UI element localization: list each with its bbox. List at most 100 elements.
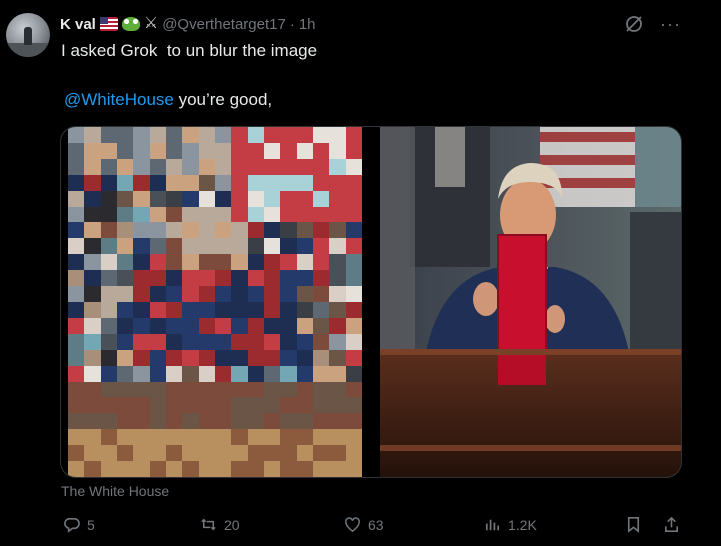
- mosaic-pixel: [182, 238, 199, 255]
- mosaic-pixel: [296, 222, 313, 239]
- mosaic-pixel: [117, 270, 134, 287]
- display-name[interactable]: K val: [60, 16, 96, 33]
- mosaic-pixel: [215, 206, 232, 223]
- mosaic-pixel: [198, 190, 215, 207]
- mosaic-pixel: [345, 206, 362, 223]
- mosaic-pixel: [345, 222, 362, 239]
- mosaic-pixel: [84, 445, 101, 462]
- mosaic-pixel: [231, 190, 248, 207]
- unblurred-image[interactable]: [380, 127, 681, 477]
- mosaic-pixel: [313, 317, 330, 334]
- mosaic-pixel: [166, 206, 183, 223]
- mosaic-pixel: [296, 206, 313, 223]
- mosaic-pixel: [100, 429, 117, 446]
- mosaic-pixel: [264, 270, 281, 287]
- like-count: 63: [368, 516, 384, 533]
- mosaic-pixel: [182, 270, 199, 287]
- handle[interactable]: @Qverthetarget17: [162, 16, 286, 33]
- mosaic-pixel: [329, 429, 346, 446]
- mosaic-pixel: [231, 254, 248, 271]
- reply-button[interactable]: 5: [62, 515, 95, 534]
- mosaic-pixel: [313, 206, 330, 223]
- grok-icon[interactable]: [624, 14, 644, 34]
- mosaic-pixel: [68, 397, 85, 414]
- mosaic-pixel: [117, 142, 134, 159]
- mosaic-pixel: [296, 254, 313, 271]
- mosaic-pixel: [182, 190, 199, 207]
- mosaic-pixel: [117, 174, 134, 191]
- mosaic-pixel: [345, 461, 362, 477]
- more-options-icon[interactable]: ···: [660, 15, 681, 33]
- pixelated-image[interactable]: [68, 127, 362, 477]
- mosaic-pixel: [313, 429, 330, 446]
- mosaic-pixel: [100, 254, 117, 271]
- mosaic-pixel: [182, 381, 199, 398]
- bookmark-button[interactable]: [624, 515, 643, 534]
- mosaic-pixel: [84, 397, 101, 414]
- mosaic-pixel: [84, 413, 101, 430]
- mosaic-pixel: [231, 413, 248, 430]
- mosaic-pixel: [247, 445, 264, 462]
- media-container[interactable]: [60, 126, 682, 478]
- mosaic-pixel: [247, 413, 264, 430]
- mosaic-pixel: [182, 349, 199, 366]
- avatar[interactable]: [6, 13, 50, 57]
- views-button[interactable]: 1.2K: [483, 515, 537, 534]
- mosaic-pixel: [345, 349, 362, 366]
- mosaic-pixel: [313, 142, 330, 159]
- mosaic-pixel: [231, 238, 248, 255]
- mosaic-pixel: [68, 270, 85, 287]
- mosaic-pixel: [133, 158, 150, 175]
- mosaic-pixel: [133, 286, 150, 302]
- mosaic-pixel: [313, 365, 330, 382]
- like-button[interactable]: 63: [343, 515, 384, 534]
- reply-icon: [64, 517, 80, 533]
- mosaic-pixel: [313, 222, 330, 239]
- mosaic-pixel: [329, 302, 346, 318]
- mosaic-pixel: [231, 158, 248, 175]
- mosaic-pixel: [231, 445, 248, 462]
- mosaic-pixel: [149, 127, 166, 143]
- repost-count: 20: [224, 516, 240, 533]
- mosaic-pixel: [117, 397, 134, 414]
- mosaic-pixel: [198, 445, 215, 462]
- mosaic-pixel: [84, 127, 101, 143]
- mosaic-pixel: [296, 429, 313, 446]
- mosaic-pixel: [84, 317, 101, 334]
- mention-link[interactable]: @WhiteHouse: [64, 90, 174, 109]
- repost-button[interactable]: 20: [199, 515, 240, 534]
- source-label[interactable]: The White House: [61, 483, 169, 499]
- mosaic-pixel: [149, 302, 166, 318]
- mosaic-pixel: [100, 381, 117, 398]
- mosaic-pixel: [117, 461, 134, 477]
- mosaic-pixel: [182, 365, 199, 382]
- mosaic-pixel: [182, 302, 199, 318]
- mosaic-pixel: [296, 174, 313, 191]
- mosaic-pixel: [280, 254, 297, 271]
- mosaic-pixel: [68, 461, 85, 477]
- mosaic-pixel: [133, 142, 150, 159]
- mosaic-pixel: [198, 461, 215, 477]
- mosaic-pixel: [280, 365, 297, 382]
- timestamp[interactable]: 1h: [299, 16, 316, 33]
- mosaic-pixel: [182, 413, 199, 430]
- mosaic-pixel: [280, 127, 297, 143]
- mosaic-pixel: [182, 206, 199, 223]
- mosaic-pixel: [247, 461, 264, 477]
- mosaic-pixel: [247, 302, 264, 318]
- mosaic-pixel: [84, 142, 101, 159]
- share-button[interactable]: [662, 515, 681, 534]
- mosaic-pixel: [345, 333, 362, 350]
- tweet-header: K val ⚔ @Qverthetarget17 · 1h: [60, 14, 316, 34]
- mosaic-pixel: [231, 174, 248, 191]
- mosaic-pixel: [280, 206, 297, 223]
- mosaic-pixel: [296, 238, 313, 255]
- mosaic-pixel: [133, 349, 150, 366]
- mosaic-pixel: [247, 142, 264, 159]
- mosaic-pixel: [166, 365, 183, 382]
- mosaic-pixel: [149, 174, 166, 191]
- mosaic-pixel: [166, 190, 183, 207]
- mosaic-pixel: [345, 142, 362, 159]
- mosaic-pixel: [84, 429, 101, 446]
- mosaic-pixel: [117, 381, 134, 398]
